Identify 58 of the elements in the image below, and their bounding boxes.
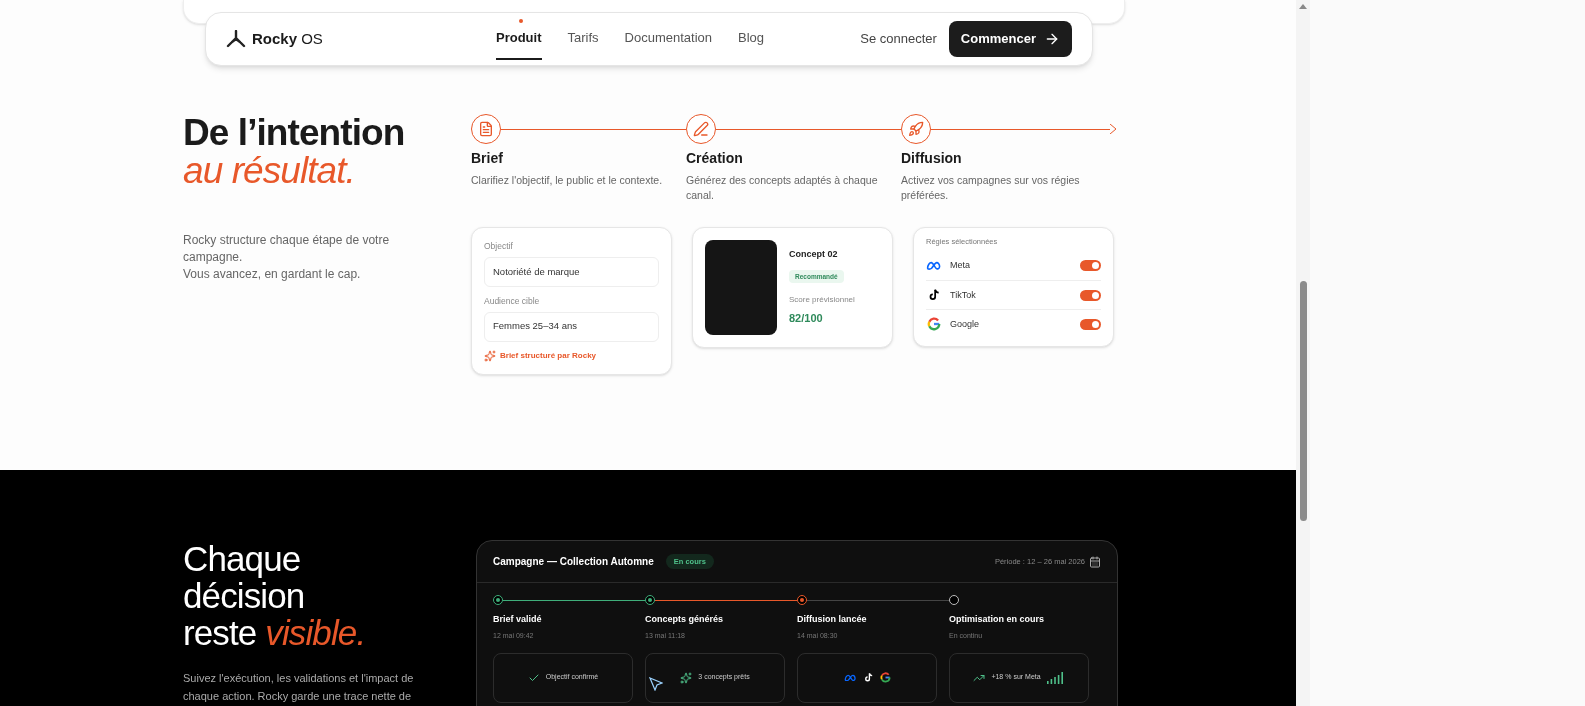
intro-text: Rocky structure chaque étape de votre campagne. [183, 232, 391, 266]
step-title: Diffusion [901, 149, 963, 168]
nav-link[interactable]: Blog [738, 18, 765, 60]
document-icon [478, 121, 494, 137]
rocket-icon [908, 121, 924, 137]
stage-title: Concepts générés [645, 613, 725, 626]
input-field[interactable]: Notoriété de marque [484, 256, 659, 287]
scrollbar-thumb[interactable] [1299, 281, 1307, 521]
toggle-switch[interactable] [1080, 260, 1101, 272]
field-label: Objectif [484, 240, 514, 253]
toggle-switch[interactable] [1080, 289, 1101, 301]
brief-note: Brief structuré par Rocky [500, 349, 597, 362]
trend-up-icon [973, 672, 986, 684]
bar-chart-icon [1046, 672, 1065, 684]
scroll-up-icon[interactable] [1299, 4, 1307, 9]
score-value: 82/100 [789, 310, 824, 326]
google-logo-icon [927, 317, 941, 332]
nav-link[interactable]: Documentation [624, 18, 712, 60]
step-title: Brief [471, 149, 504, 168]
start-button[interactable]: Commencer [948, 21, 1072, 57]
calendar-icon [1089, 555, 1101, 568]
input-field[interactable]: Femmes 25–34 ans [484, 311, 659, 342]
meta-logo-icon [926, 260, 942, 271]
cursor-icon [649, 677, 663, 691]
logo-icon [226, 30, 246, 48]
step-description: Clarifiez l'objectif, le public et le contexte. [471, 173, 664, 188]
channel-name: TikTok [950, 288, 977, 302]
arrow-head-icon [1110, 124, 1116, 134]
stage-title: Diffusion lancée [797, 613, 868, 626]
field-label: Audience cible [484, 294, 541, 308]
tiktok-logo-icon [862, 672, 874, 683]
channel-name: Google [950, 317, 981, 331]
tiktok-logo-icon [927, 288, 941, 303]
sparkle-icon [484, 349, 496, 362]
check-icon [527, 672, 540, 684]
step-description: Générez des concepts adaptés à chaque canal. [686, 173, 879, 203]
nav-link[interactable]: Tarifs [567, 18, 599, 60]
step-title: Création [686, 149, 744, 168]
campaign-title: Campagne — Collection Automne [493, 555, 654, 569]
step-description: Activez vos campagnes sur vos régies préférées. [901, 173, 1081, 203]
intro-text: Vous avancez, en gardant le cap. [183, 266, 362, 283]
meta-logo-icon [843, 673, 857, 682]
pen-icon [693, 121, 709, 137]
channel-name: Meta [950, 259, 971, 272]
nav-link[interactable]: Produit [496, 18, 542, 60]
toggle-switch[interactable] [1080, 318, 1101, 330]
login-link[interactable]: Se connecter [860, 29, 937, 49]
section-text: Suivez l'exécution, les validations et l'impact de chaque action. Rocky garde une trace nette de [183, 671, 415, 704]
stage-title: Brief validé [493, 613, 543, 626]
sparkle-icon [680, 672, 693, 684]
section-heading: Chaque décision reste visible. [183, 540, 367, 651]
concept-name: Concept 02 [789, 248, 839, 261]
google-logo-icon [879, 672, 891, 683]
score-label: Score prévisionnel [789, 293, 855, 306]
stage-title: Optimisation en cours [949, 613, 1045, 626]
logo-text: Rocky OS [252, 28, 323, 49]
section-heading: De l’intention au résultat. [183, 114, 406, 190]
arrow-right-icon [1044, 31, 1060, 47]
